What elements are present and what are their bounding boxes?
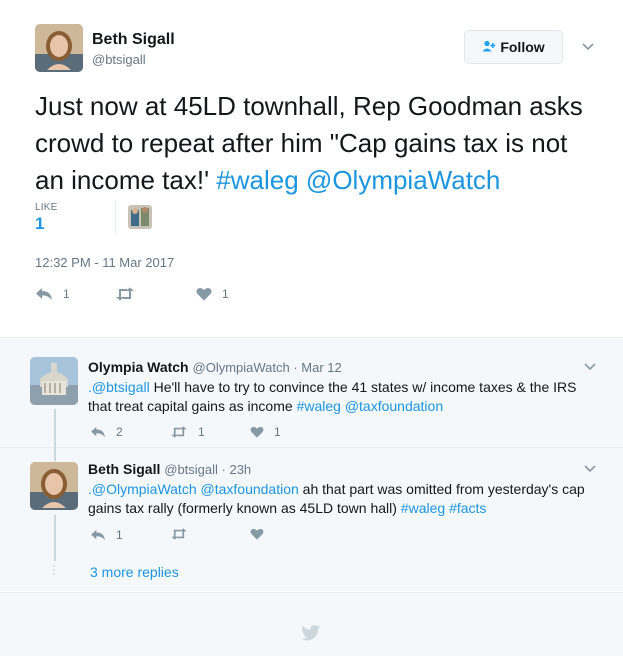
reply-text: .@btsigall He'll have to try to convince…	[88, 378, 593, 416]
footer	[0, 592, 623, 656]
hashtag-link[interactable]: #waleg	[216, 165, 298, 195]
avatar[interactable]	[35, 24, 83, 72]
retweet-icon	[170, 426, 188, 438]
reply-meta[interactable]: @btsigall · 23h	[164, 462, 251, 477]
liker-avatar[interactable]	[128, 205, 152, 229]
reply-count: 2	[116, 425, 123, 439]
mention-link[interactable]: @OlympiaWatch	[306, 165, 500, 195]
retweet-icon	[170, 528, 188, 540]
avatar[interactable]	[30, 357, 78, 405]
retweet-count: 1	[198, 425, 205, 439]
reply-icon	[90, 529, 106, 541]
hashtag-link[interactable]: #facts	[449, 500, 486, 516]
replies-section: Olympia Watch @OlympiaWatch · Mar 12 .@b…	[0, 339, 623, 591]
like-action[interactable]: 1	[250, 425, 281, 439]
chevron-down-icon[interactable]	[582, 359, 598, 375]
likes-label: LIKE	[35, 202, 58, 213]
reply-text: .@OlympiaWatch @taxfoundation ah that pa…	[88, 480, 593, 518]
reply-icon	[35, 287, 53, 301]
thread-dots	[53, 565, 56, 579]
retweet-action[interactable]	[170, 528, 198, 540]
reply-author: Olympia Watch @OlympiaWatch · Mar 12	[88, 359, 342, 375]
reply-action[interactable]: 1	[90, 528, 123, 542]
reply-action[interactable]: 1	[35, 287, 70, 301]
hashtag-link[interactable]: #waleg	[297, 398, 341, 414]
retweet-action[interactable]: 1	[170, 425, 205, 439]
divider	[115, 200, 116, 234]
more-replies-link[interactable]: 3 more replies	[90, 564, 179, 580]
avatar[interactable]	[30, 462, 78, 510]
mention-link[interactable]: @taxfoundation	[201, 481, 299, 497]
mention-link[interactable]: .@btsigall	[88, 379, 150, 395]
retweet-action[interactable]	[115, 287, 145, 301]
mention-link[interactable]: @taxfoundation	[345, 398, 443, 414]
reply-meta[interactable]: @OlympiaWatch · Mar 12	[193, 360, 342, 375]
likes-count[interactable]: 1	[35, 214, 44, 234]
like-count: 1	[274, 425, 281, 439]
retweet-icon	[115, 287, 135, 301]
reply-author: Beth Sigall @btsigall · 23h	[88, 461, 251, 477]
reply-author-name[interactable]: Olympia Watch	[88, 359, 189, 375]
like-heart-icon	[250, 528, 264, 540]
tweet-text: Just now at 45LD townhall, Rep Goodman a…	[35, 88, 595, 199]
mention-link[interactable]: .@OlympiaWatch	[88, 481, 197, 497]
like-action[interactable]: 1	[196, 287, 229, 301]
like-heart-icon	[196, 287, 212, 301]
twitter-bird-icon	[301, 625, 321, 646]
like-count: 1	[222, 287, 229, 301]
follow-label: Follow	[500, 39, 545, 55]
reply-tweet[interactable]: Olympia Watch @OlympiaWatch · Mar 12 .@b…	[0, 339, 623, 449]
thread-line	[54, 409, 56, 449]
author-name[interactable]: Beth Sigall	[92, 31, 175, 49]
like-action[interactable]	[250, 528, 274, 540]
like-heart-icon	[250, 426, 264, 438]
chevron-down-icon[interactable]	[580, 39, 596, 55]
reply-icon	[90, 426, 106, 438]
main-tweet: Beth Sigall @btsigall Follow Just now at…	[0, 0, 623, 338]
follow-button[interactable]: Follow	[464, 30, 563, 64]
thread-line	[54, 449, 56, 461]
reply-count: 1	[116, 528, 123, 542]
hashtag-link[interactable]: #waleg	[401, 500, 445, 516]
tweet-timestamp[interactable]: 12:32 PM - 11 Mar 2017	[35, 255, 174, 270]
thread-line	[54, 515, 56, 561]
reply-author-name[interactable]: Beth Sigall	[88, 461, 160, 477]
reply-count: 1	[63, 287, 70, 301]
author-handle[interactable]: @btsigall	[92, 52, 146, 67]
chevron-down-icon[interactable]	[582, 461, 598, 477]
follow-person-icon	[482, 40, 496, 55]
reply-action[interactable]: 2	[90, 425, 123, 439]
